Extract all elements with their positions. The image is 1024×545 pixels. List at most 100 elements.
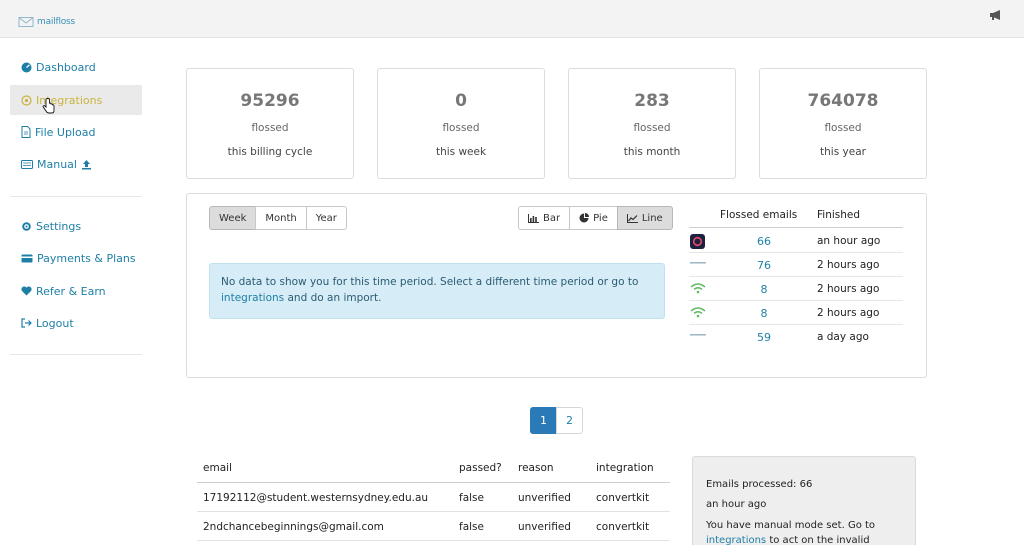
year-button[interactable]: Year	[305, 206, 347, 230]
integrations-link[interactable]: integrations	[706, 535, 766, 545]
sidebar-item-dashboard[interactable]: Dashboard	[10, 52, 142, 82]
finished-time: an hour ago	[817, 235, 881, 247]
pagination: 1 2	[530, 407, 583, 434]
stat-value: 283	[634, 91, 670, 111]
chart-type-button-group: Bar Pie Line	[518, 206, 673, 230]
passed-cell: false	[459, 492, 484, 504]
pie-label: Pie	[593, 212, 608, 224]
column-header: email	[203, 462, 232, 474]
stat-period: this year	[820, 146, 866, 158]
table-row[interactable]: 17192112@student.westernsydney.edu.au fa…	[197, 484, 670, 512]
column-header: Finished	[817, 209, 861, 221]
wifi-logo-icon	[690, 306, 706, 321]
sidebar-item-label: Refer & Earn	[36, 284, 106, 298]
finished-time: a day ago	[817, 331, 869, 343]
email-cell: 17192112@student.westernsydney.edu.au	[203, 492, 429, 504]
top-bar: mailfloss	[0, 0, 1024, 38]
sidebar-item-label: File Upload	[35, 125, 96, 139]
no-data-alert: No data to show you for this time period…	[209, 263, 665, 319]
column-header: integration	[596, 462, 654, 474]
sidebar-divider	[10, 196, 142, 197]
credit-card-icon	[21, 254, 33, 262]
alert-text: No data to show you for this time period…	[221, 276, 639, 288]
sidebar-item-label: Settings	[36, 219, 82, 233]
flossed-count[interactable]: 8	[749, 307, 779, 320]
logo-text: mailfloss	[37, 17, 76, 27]
page-2-button[interactable]: 2	[556, 407, 583, 434]
pie-chart-button[interactable]: Pie	[569, 206, 618, 230]
stat-value: 0	[455, 91, 467, 111]
pie-chart-icon	[579, 213, 590, 223]
table-row[interactable]: 2ndchancebeginnings@gmail.com false unve…	[197, 513, 670, 541]
table-header: email passed? reason integration	[197, 455, 670, 483]
upload-icon	[81, 159, 91, 169]
stat-card-year: 764078 flossed this year	[759, 68, 927, 179]
line-chart-icon	[626, 213, 638, 223]
column-header: Flossed emails	[720, 209, 798, 221]
sidebar-item-label: Payments & Plans	[37, 251, 136, 265]
table-row[interactable]: 59 a day ago	[689, 325, 903, 349]
stat-label: flossed	[442, 122, 480, 134]
manual-mode-text: You have manual mode set. Go to	[706, 520, 876, 531]
bar-chart-icon	[528, 213, 539, 223]
sidebar-item-manual[interactable]: Manual	[10, 149, 142, 179]
table-row[interactable]: 8 2 hours ago	[689, 301, 903, 325]
heart-icon	[21, 286, 32, 296]
flossed-count[interactable]: 59	[749, 331, 779, 344]
month-button[interactable]: Month	[255, 206, 307, 230]
stat-period: this week	[435, 146, 487, 158]
envelope-icon	[18, 17, 34, 27]
sidebar-item-label: Dashboard	[36, 60, 96, 74]
line-chart-button[interactable]: Line	[616, 206, 673, 230]
passed-cell: false	[459, 521, 484, 533]
stat-value: 764078	[807, 91, 879, 111]
stat-card-billing-cycle: 95296 flossed this billing cycle	[186, 68, 354, 179]
flossed-count[interactable]: 8	[749, 283, 779, 296]
app-logo[interactable]: mailfloss	[18, 16, 75, 28]
stat-label: flossed	[633, 122, 671, 134]
table-row[interactable]: 76 2 hours ago	[689, 253, 903, 277]
stat-period: this month	[623, 146, 681, 158]
integration-cell: convertkit	[596, 492, 650, 504]
sidebar-item-settings[interactable]: Settings	[10, 211, 142, 241]
sidebar-item-label: Logout	[36, 316, 74, 330]
integrations-icon	[21, 94, 32, 106]
line-label: Line	[641, 212, 663, 224]
keyboard-icon	[21, 159, 33, 169]
dashboard-icon	[21, 62, 32, 72]
sidebar-item-label: Manual	[37, 157, 77, 171]
sidebar-item-logout[interactable]: Logout	[10, 308, 142, 338]
stat-card-month: 283 flossed this month	[568, 68, 736, 179]
sidebar-item-file-upload[interactable]: File Upload	[10, 117, 142, 147]
flossed-count[interactable]: 76	[749, 259, 779, 272]
table-header: Flossed emails Finished	[689, 204, 903, 228]
column-header: reason	[518, 462, 554, 474]
stat-period: this billing cycle	[227, 146, 313, 158]
integration-logo-icon	[690, 255, 706, 268]
flossed-count[interactable]: 66	[749, 235, 779, 248]
integrations-link[interactable]: integrations	[221, 292, 284, 304]
emails-processed-text: Emails processed: 66	[706, 479, 813, 490]
table-row[interactable]: 66 an hour ago	[689, 229, 903, 253]
sidebar-item-integrations[interactable]: Integrations	[10, 85, 142, 115]
table-row[interactable]: 8 2 hours ago	[689, 277, 903, 301]
sidebar-item-refer[interactable]: Refer & Earn	[10, 276, 142, 306]
finished-time: 2 hours ago	[817, 283, 880, 295]
page-1-button[interactable]: 1	[530, 407, 557, 434]
period-button-group: Week Month Year	[209, 206, 347, 230]
stat-label: flossed	[824, 122, 862, 134]
bar-chart-button[interactable]: Bar	[518, 206, 571, 230]
announcement-button[interactable]	[989, 9, 1003, 24]
processed-time: an hour ago	[706, 499, 767, 510]
integration-cell: convertkit	[596, 521, 650, 533]
wifi-logo-icon	[690, 282, 706, 297]
alert-text-end: and do an import.	[287, 292, 382, 304]
column-header: passed?	[459, 462, 502, 474]
email-cell: 2ndchancebeginnings@gmail.com	[203, 521, 384, 533]
mouse-cursor-icon	[42, 98, 55, 114]
sidebar-item-payments[interactable]: Payments & Plans	[10, 243, 142, 273]
reason-cell: unverified	[518, 492, 571, 504]
bar-label: Bar	[543, 212, 561, 224]
week-button[interactable]: Week	[209, 206, 257, 230]
reason-cell: unverified	[518, 521, 571, 533]
